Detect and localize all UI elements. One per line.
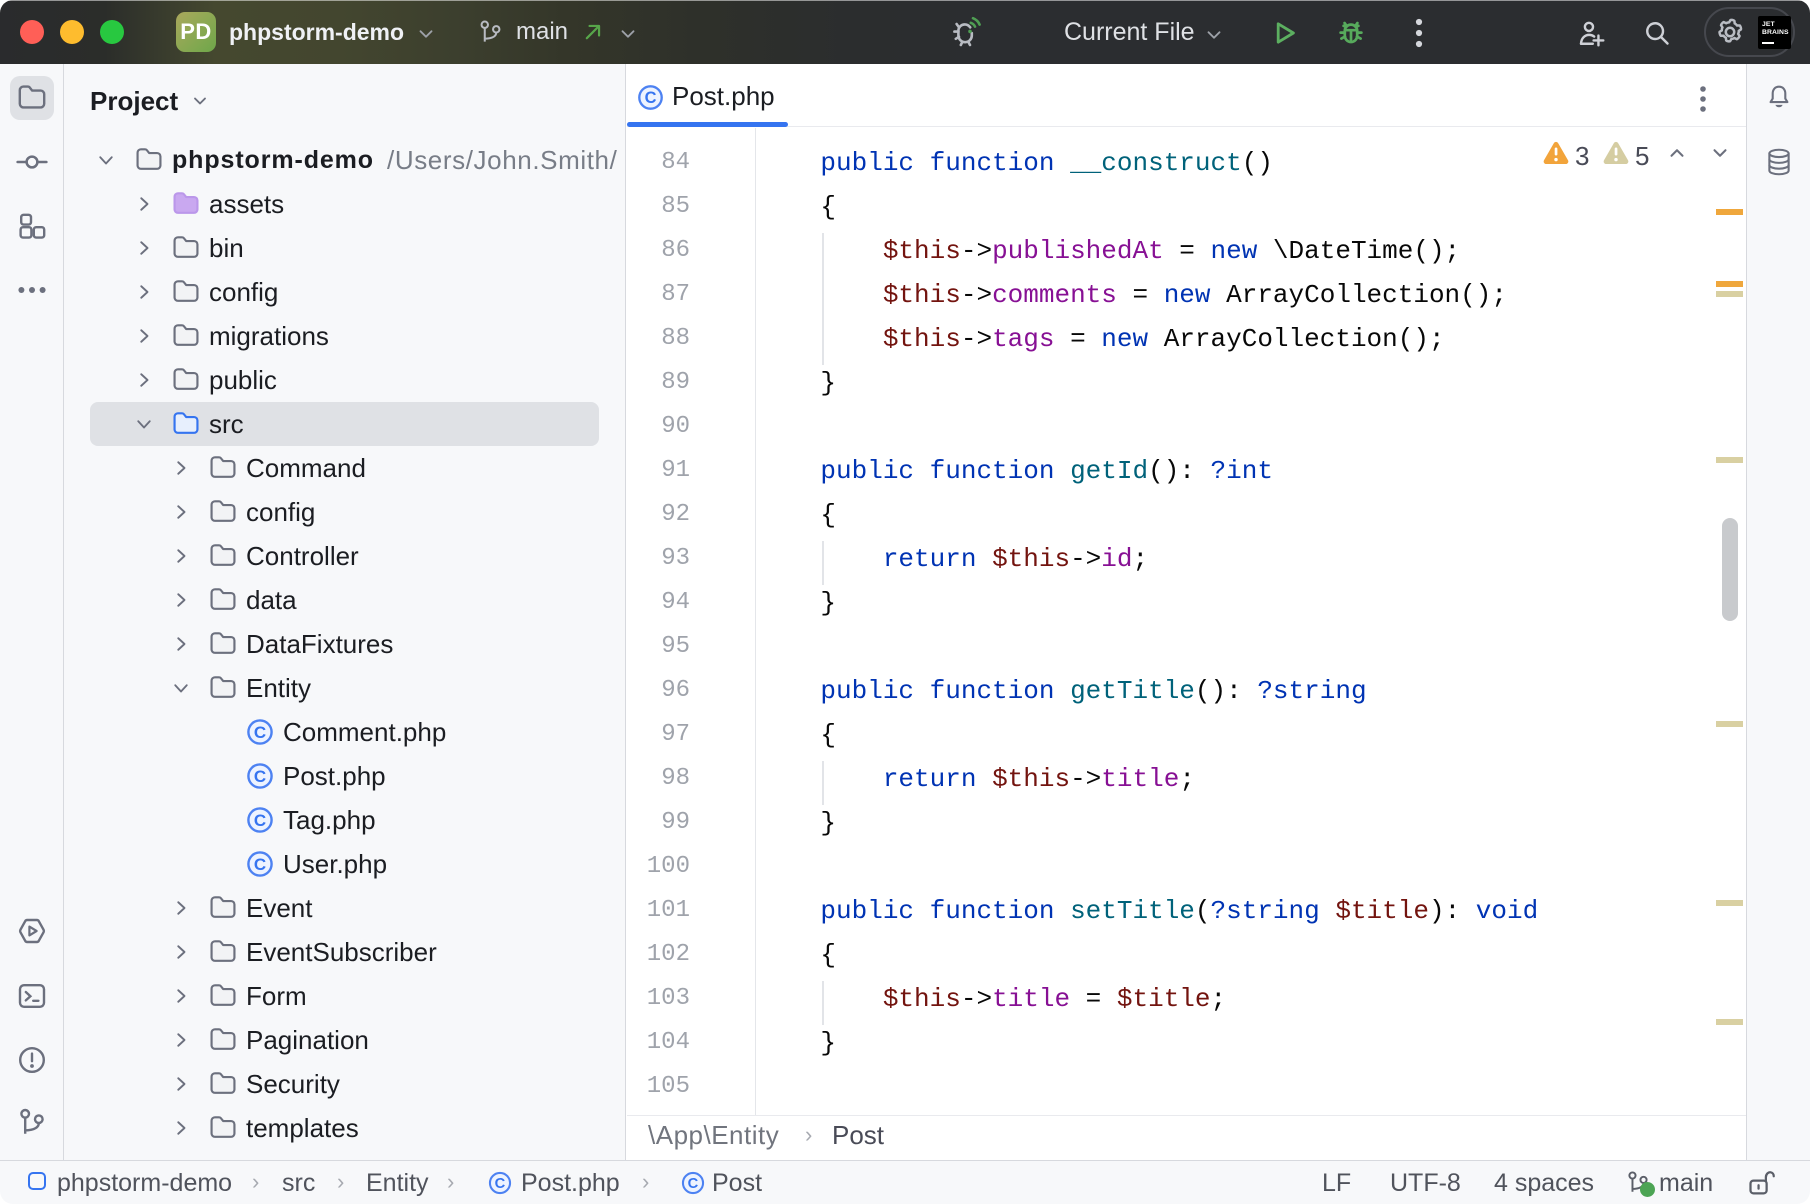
svg-text:C: C xyxy=(254,723,266,742)
svg-text:C: C xyxy=(254,855,266,874)
svg-text:C: C xyxy=(495,1176,506,1192)
svg-text:C: C xyxy=(645,89,657,107)
svg-text:C: C xyxy=(254,811,266,830)
svg-text:C: C xyxy=(688,1176,699,1192)
svg-text:C: C xyxy=(254,767,266,786)
